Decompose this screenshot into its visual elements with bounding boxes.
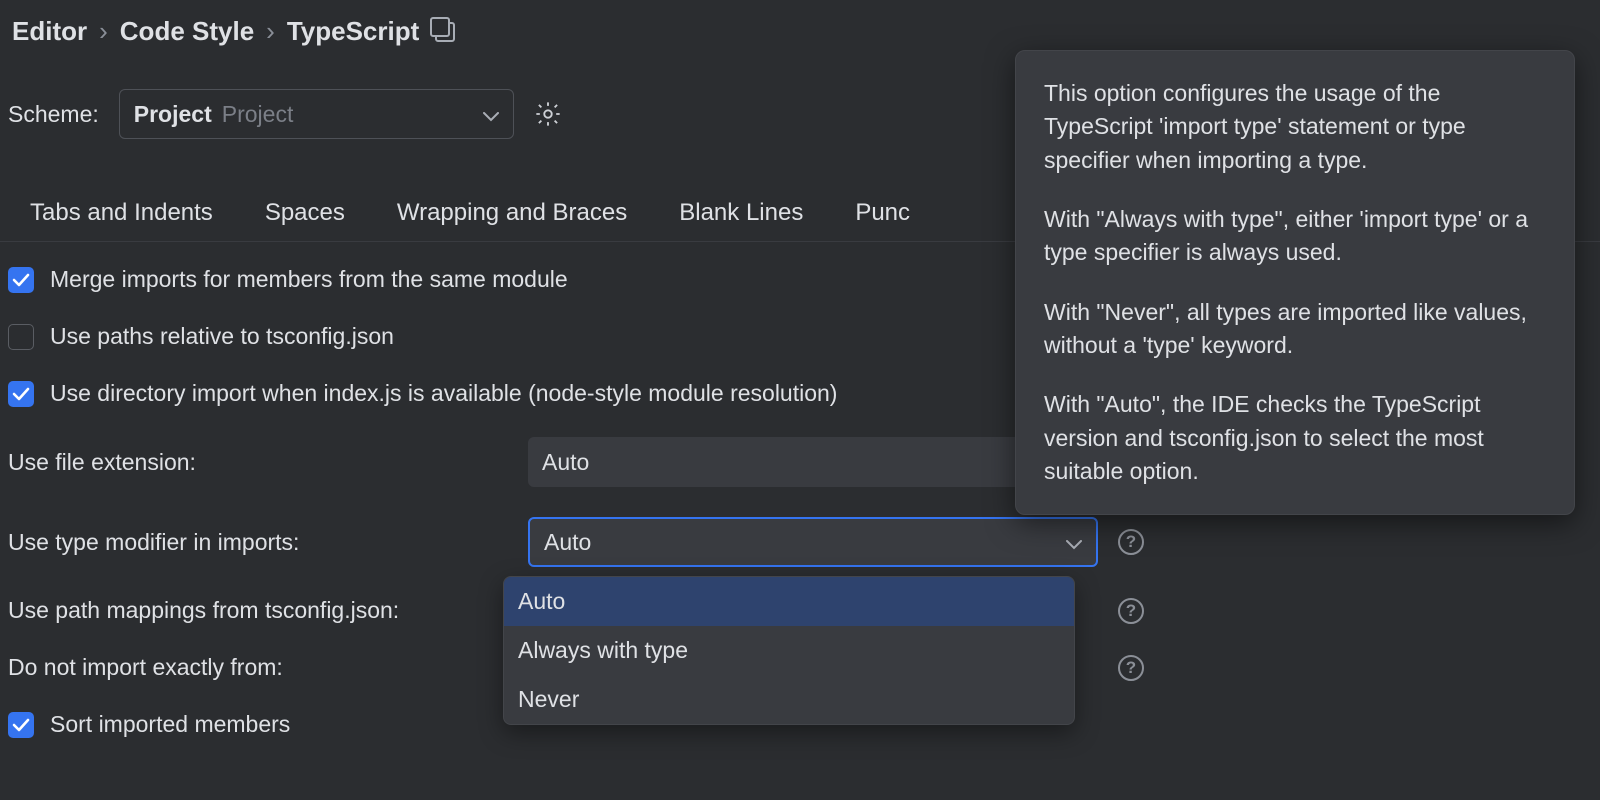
tooltip-paragraph: With "Never", all types are imported lik…	[1044, 296, 1546, 363]
label-sort-members: Sort imported members	[50, 711, 290, 738]
setting-type-modifier: Use type modifier in imports: Auto ?	[8, 517, 1592, 567]
tooltip-paragraph: This option configures the usage of the …	[1044, 77, 1546, 177]
label-dir-import: Use directory import when index.js is av…	[50, 380, 837, 407]
chevron-right-icon: ›	[266, 16, 275, 47]
dropdown-item-auto[interactable]: Auto	[504, 577, 1074, 626]
chevron-down-icon	[1066, 529, 1082, 556]
scheme-value-dim: Project	[222, 101, 294, 128]
copy-path-icon[interactable]	[435, 22, 455, 42]
scheme-value-bold: Project	[134, 101, 212, 128]
tooltip-type-modifier: This option configures the usage of the …	[1015, 50, 1575, 515]
breadcrumb-item-editor[interactable]: Editor	[12, 16, 87, 47]
gear-icon[interactable]	[534, 100, 562, 128]
combo-type-modifier-value: Auto	[544, 529, 591, 556]
label-merge-imports: Merge imports for members from the same …	[50, 266, 568, 293]
checkbox-merge-imports[interactable]	[8, 267, 34, 293]
chevron-down-icon	[483, 101, 499, 128]
combo-type-modifier[interactable]: Auto	[528, 517, 1098, 567]
combo-file-extension-value: Auto	[542, 449, 589, 476]
breadcrumb-item-typescript[interactable]: TypeScript	[287, 16, 419, 47]
scheme-select[interactable]: Project Project	[119, 89, 514, 139]
combo-file-extension[interactable]: Auto	[528, 437, 1098, 487]
label-type-modifier: Use type modifier in imports:	[8, 529, 508, 556]
tab-blank-lines[interactable]: Blank Lines	[679, 199, 803, 227]
dropdown-item-never[interactable]: Never	[504, 675, 1074, 724]
tooltip-paragraph: With "Always with type", either 'import …	[1044, 203, 1546, 270]
label-do-not-import: Do not import exactly from:	[8, 654, 508, 681]
dropdown-item-always[interactable]: Always with type	[504, 626, 1074, 675]
help-icon[interactable]: ?	[1118, 529, 1144, 555]
tab-tabs-indents[interactable]: Tabs and Indents	[30, 199, 213, 227]
scheme-label: Scheme:	[8, 101, 99, 128]
tab-punctuation[interactable]: Punc	[855, 199, 910, 227]
label-path-mappings: Use path mappings from tsconfig.json:	[8, 597, 508, 624]
chevron-right-icon: ›	[99, 16, 108, 47]
tooltip-paragraph: With "Auto", the IDE checks the TypeScri…	[1044, 388, 1546, 488]
checkbox-dir-import[interactable]	[8, 381, 34, 407]
checkbox-sort-members[interactable]	[8, 712, 34, 738]
tab-spaces[interactable]: Spaces	[265, 199, 345, 227]
breadcrumb-item-codestyle[interactable]: Code Style	[120, 16, 254, 47]
dropdown-type-modifier: Auto Always with type Never	[503, 576, 1075, 725]
label-relative-paths: Use paths relative to tsconfig.json	[50, 323, 394, 350]
label-file-extension: Use file extension:	[8, 449, 508, 476]
help-icon[interactable]: ?	[1118, 598, 1144, 624]
tab-wrapping[interactable]: Wrapping and Braces	[397, 199, 627, 227]
help-icon[interactable]: ?	[1118, 655, 1144, 681]
checkbox-relative-paths[interactable]	[8, 324, 34, 350]
